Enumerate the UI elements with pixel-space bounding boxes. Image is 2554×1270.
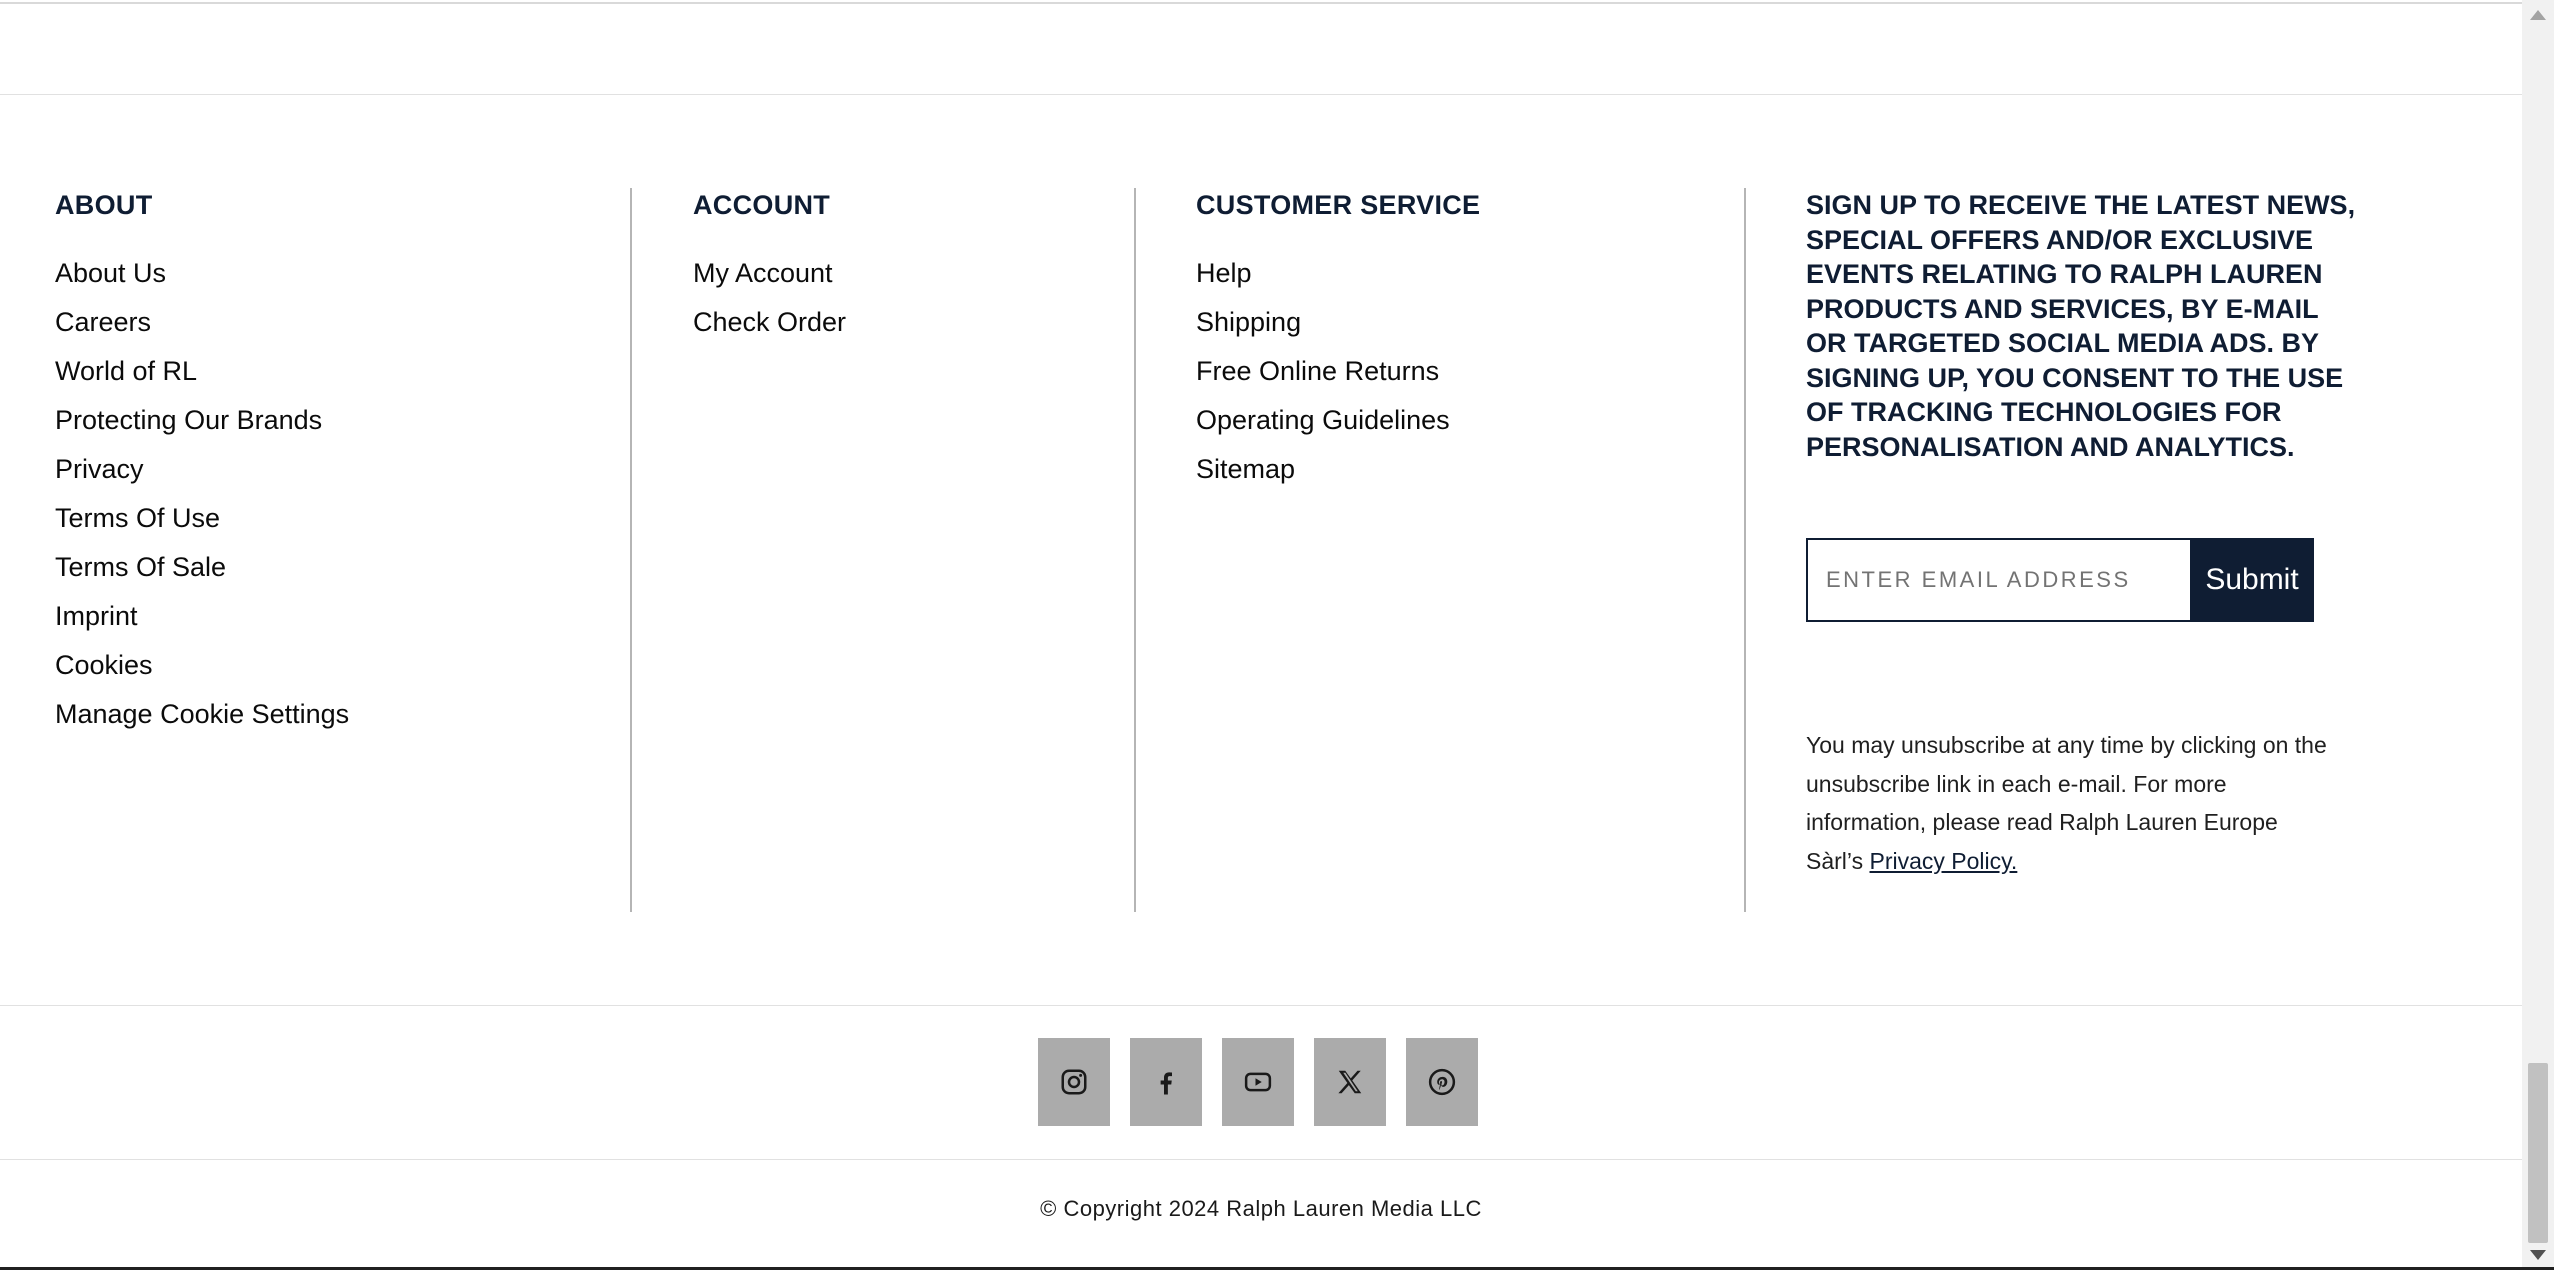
social-links xyxy=(1038,1038,1478,1126)
privacy-policy-link[interactable]: Privacy Policy. xyxy=(1870,848,2018,874)
account-links: My Account Check Order xyxy=(693,249,846,347)
top-divider xyxy=(0,2,2522,4)
instagram-icon xyxy=(1061,1069,1087,1095)
about-link-careers[interactable]: Careers xyxy=(55,298,349,347)
instagram-button[interactable] xyxy=(1038,1038,1110,1126)
youtube-icon xyxy=(1244,1072,1272,1092)
x-icon xyxy=(1338,1070,1362,1094)
unsubscribe-notice: You may unsubscribe at any time by click… xyxy=(1806,726,2336,880)
about-link-terms-of-sale[interactable]: Terms Of Sale xyxy=(55,543,349,592)
x-button[interactable] xyxy=(1314,1038,1386,1126)
scrollbar-thumb[interactable] xyxy=(2528,1063,2548,1243)
pinterest-button[interactable] xyxy=(1406,1038,1478,1126)
cs-link-shipping[interactable]: Shipping xyxy=(1196,298,1480,347)
facebook-icon xyxy=(1160,1072,1172,1095)
about-link-cookies[interactable]: Cookies xyxy=(55,641,349,690)
copyright-text: © Copyright 2024 Ralph Lauren Media LLC xyxy=(1040,1196,1482,1221)
cs-link-free-returns[interactable]: Free Online Returns xyxy=(1196,347,1480,396)
column-divider xyxy=(1744,188,1746,912)
about-link-protecting-brands[interactable]: Protecting Our Brands xyxy=(55,396,349,445)
cs-link-help[interactable]: Help xyxy=(1196,249,1480,298)
about-link-manage-cookies[interactable]: Manage Cookie Settings xyxy=(55,690,349,739)
newsletter-form: Submit xyxy=(1806,538,2314,622)
customer-service-column: CUSTOMER SERVICE Help Shipping Free Onli… xyxy=(1196,188,1480,494)
about-column: ABOUT About Us Careers World of RL Prote… xyxy=(55,188,349,739)
about-link-about-us[interactable]: About Us xyxy=(55,249,349,298)
about-link-imprint[interactable]: Imprint xyxy=(55,592,349,641)
cs-link-operating-guidelines[interactable]: Operating Guidelines xyxy=(1196,396,1480,445)
about-links: About Us Careers World of RL Protecting … xyxy=(55,249,349,739)
account-column: ACCOUNT My Account Check Order xyxy=(693,188,846,347)
pinterest-icon xyxy=(1428,1068,1456,1096)
customer-service-links: Help Shipping Free Online Returns Operat… xyxy=(1196,249,1480,494)
section-divider-middle xyxy=(0,1005,2522,1006)
youtube-button[interactable] xyxy=(1222,1038,1294,1126)
newsletter-heading: SIGN UP TO RECEIVE THE LATEST NEWS, SPEC… xyxy=(1806,190,2356,462)
about-link-world-of-rl[interactable]: World of RL xyxy=(55,347,349,396)
section-divider-bottom xyxy=(0,1159,2522,1160)
column-divider xyxy=(630,188,632,912)
about-heading: ABOUT xyxy=(55,190,153,220)
account-heading: ACCOUNT xyxy=(693,190,831,220)
footer-page: ABOUT About Us Careers World of RL Prote… xyxy=(0,0,2522,1270)
cs-link-sitemap[interactable]: Sitemap xyxy=(1196,445,1480,494)
account-link-check-order[interactable]: Check Order xyxy=(693,298,846,347)
vertical-scrollbar[interactable] xyxy=(2522,0,2554,1270)
scroll-up-icon[interactable] xyxy=(2530,10,2546,20)
facebook-button[interactable] xyxy=(1130,1038,1202,1126)
email-input[interactable] xyxy=(1806,538,2190,622)
column-divider xyxy=(1134,188,1136,912)
account-link-my-account[interactable]: My Account xyxy=(693,249,846,298)
about-link-terms-of-use[interactable]: Terms Of Use xyxy=(55,494,349,543)
submit-button[interactable]: Submit xyxy=(2190,538,2314,622)
section-divider-top xyxy=(0,94,2522,95)
scroll-down-icon[interactable] xyxy=(2530,1250,2546,1260)
customer-service-heading: CUSTOMER SERVICE xyxy=(1196,190,1481,220)
about-link-privacy[interactable]: Privacy xyxy=(55,445,349,494)
